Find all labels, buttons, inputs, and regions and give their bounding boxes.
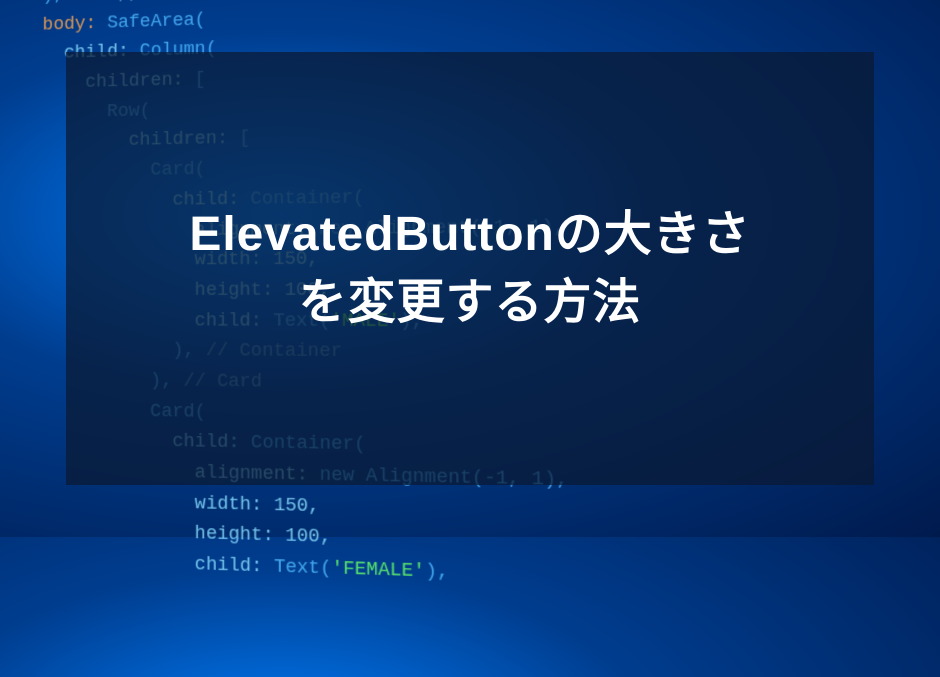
title-text: ElevatedButtonの大きさ を変更する方法 bbox=[189, 201, 750, 335]
title-line-1: ElevatedButtonの大きさ bbox=[189, 208, 750, 261]
title-line-2: を変更する方法 bbox=[299, 276, 642, 329]
title-overlay: ElevatedButtonの大きさ を変更する方法 bbox=[66, 52, 874, 485]
